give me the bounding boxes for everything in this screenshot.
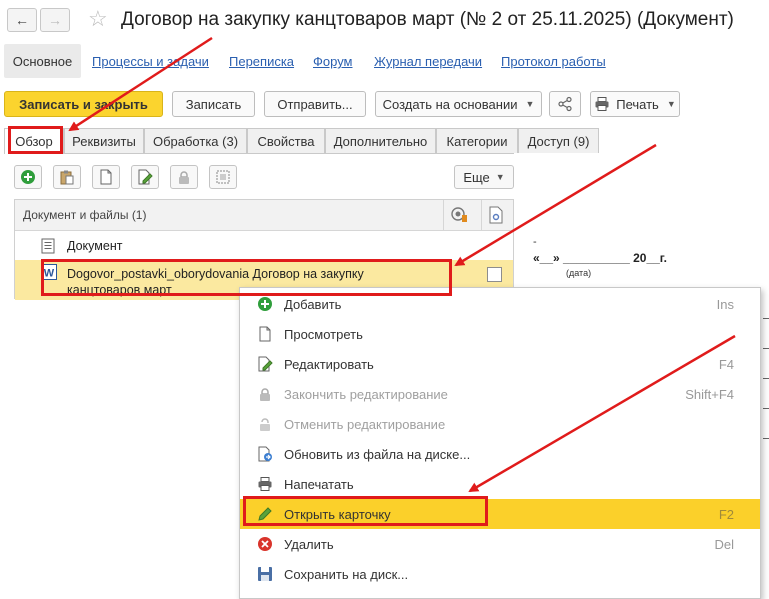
arrow-to-open-card [468, 334, 736, 493]
arrow-to-file-row [454, 143, 657, 267]
arrow-to-overview-tab [68, 36, 213, 132]
annotation-arrows [68, 36, 736, 493]
